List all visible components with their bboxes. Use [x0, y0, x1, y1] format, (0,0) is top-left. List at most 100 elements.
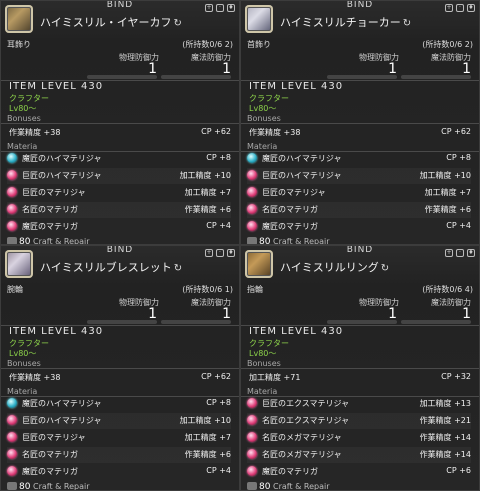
materia-orb-icon [247, 432, 257, 442]
item-name-text: ハイミスリル・イヤーカフ [40, 16, 172, 29]
materia-stat: CP +6 [446, 466, 471, 475]
hq-icon: ↻ [173, 263, 183, 274]
materia-stat: 加工精度 +10 [179, 416, 231, 425]
materia-name: 名匠のメガマテリジャ [262, 450, 342, 459]
materia-row: 魔匠のマテリガ CP +4 [247, 219, 471, 235]
materia-name: 名匠のメガマテリジャ [262, 433, 342, 442]
slot-row: 耳飾り (所持数0/6 2) [5, 39, 235, 51]
lock-icon: + [205, 249, 213, 257]
materia-stat: 作業精度 +21 [419, 416, 471, 425]
tooltip-header: BIND ハイミスリル・イヤーカフ ↻ + · ♦ [1, 1, 239, 39]
item-name-text: ハイミスリルブレスレット [40, 261, 172, 274]
materia-stat: 作業精度 +6 [424, 205, 471, 214]
slot-type: 指輪 [247, 285, 263, 294]
materia-row: 名匠のエクスマテリジャ 作業精度 +21 [247, 413, 471, 429]
item-icon [5, 250, 33, 278]
divider [1, 123, 239, 124]
owned-count: (所持数0/6 2) [422, 40, 473, 49]
slot-row: 指輪 (所持数0/6 4) [245, 284, 475, 296]
materia-name: 名匠のエクスマテリジャ [262, 416, 350, 425]
bonus-right: CP +62 [201, 127, 231, 136]
materia-row: 名匠のマテリガ 作業精度 +6 [247, 202, 471, 218]
materia-stat: 加工精度 +7 [184, 433, 231, 442]
materia-row: 魔匠のマテリガ CP +4 [7, 464, 231, 480]
materia-orb-icon [247, 466, 257, 476]
bonus-left: 作業精度 +38 [249, 128, 301, 137]
materia-row: 巨匠のエクスマテリジャ 加工精度 +13 [247, 396, 471, 412]
item-icon [5, 5, 33, 33]
materia-header: Materia [247, 387, 278, 396]
hq-icon: ↻ [173, 18, 182, 29]
materia-stat: CP +8 [446, 153, 471, 162]
bind-label: BIND [346, 0, 374, 10]
materia-name: 魔匠のハイマテリジャ [262, 154, 342, 163]
materia-stat: 作業精度 +14 [419, 433, 471, 442]
materia-stat: 加工精度 +7 [184, 188, 231, 197]
slot-row: 首飾り (所持数0/6 2) [245, 39, 475, 51]
materia-stat: CP +4 [446, 221, 471, 230]
item-level: ITEM LEVEL 430 [249, 326, 344, 337]
bonus-left: 加工精度 +71 [249, 373, 301, 382]
defense-stats: 物理防御力 魔法防御力 1 1 [241, 52, 479, 80]
repair-footer: 80 Craft & Repair [247, 237, 330, 244]
materia-name: 魔匠のハイマテリジャ [22, 154, 102, 163]
owned-count: (所持数0/6 1) [182, 285, 233, 294]
defense-stats: 物理防御力 魔法防御力 1 1 [1, 52, 239, 80]
materia-row: 魔匠のハイマテリジャ CP +8 [7, 396, 231, 412]
materia-stat: 作業精度 +14 [419, 450, 471, 459]
bonus-left: 作業精度 +38 [9, 128, 61, 137]
lock-icon: + [445, 4, 453, 12]
materia-stat: CP +8 [206, 398, 231, 407]
magic-defense-bar [161, 320, 231, 324]
materia-orb-icon [247, 187, 257, 197]
bonus-row: 加工精度 +71 CP +32 [249, 372, 471, 384]
magic-defense-bar [401, 320, 471, 324]
materia-orb-icon [247, 398, 257, 408]
materia-orb-icon [7, 170, 17, 180]
wrench-icon [7, 482, 17, 490]
materia-name: 魔匠のマテリガ [262, 467, 318, 476]
materia-stat: CP +4 [206, 221, 231, 230]
materia-name: 巨匠のマテリジャ [22, 188, 86, 197]
materia-name: 巨匠のマテリジャ [262, 188, 326, 197]
materia-orb-icon [7, 187, 17, 197]
item-tooltip-card: BIND ハイミスリル・イヤーカフ ↻ + · ♦ 耳飾り (所持数0/6 2) … [0, 0, 240, 245]
materia-orb-icon [7, 415, 17, 425]
materia-stat: 作業精度 +6 [184, 450, 231, 459]
materia-row: 巨匠のマテリジャ 加工精度 +7 [7, 430, 231, 446]
materia-row: 名匠のメガマテリジャ 作業精度 +14 [247, 430, 471, 446]
materia-stat: 加工精度 +10 [179, 171, 231, 180]
item-name-text: ハイミスリルチョーカー [280, 16, 401, 29]
dye-icon: · [456, 249, 464, 257]
materia-row: 巨匠のマテリジャ 加工精度 +7 [247, 185, 471, 201]
item-name-text: ハイミスリルリング [280, 261, 379, 274]
bonus-right: CP +62 [201, 372, 231, 381]
level-requirement: Lv80～ [249, 104, 277, 113]
materia-orb-icon [247, 153, 257, 163]
wrench-icon [7, 237, 17, 244]
bonuses-header: Bonuses [247, 359, 281, 368]
item-level: ITEM LEVEL 430 [249, 81, 344, 92]
materia-orb-icon [247, 204, 257, 214]
physical-defense-bar [327, 75, 397, 79]
repair-level: 80 [19, 237, 31, 245]
defense-stats: 物理防御力 魔法防御力 1 1 [241, 297, 479, 325]
materia-name: 名匠のマテリガ [262, 205, 318, 214]
materia-header: Materia [7, 142, 38, 151]
slot-type: 首飾り [247, 40, 271, 49]
materia-row: 巨匠のハイマテリジャ 加工精度 +10 [7, 168, 231, 184]
repair-label: Craft & Repair [273, 482, 330, 491]
status-icons: + · ♦ [445, 249, 475, 257]
bonus-left: 作業精度 +38 [9, 373, 61, 382]
magic-defense-bar [161, 75, 231, 79]
wrench-icon [247, 482, 257, 490]
item-name: ハイミスリルチョーカー ↻ [280, 14, 411, 30]
level-requirement: Lv80～ [9, 349, 37, 358]
materia-stat: CP +8 [206, 153, 231, 162]
slot-row: 腕輪 (所持数0/6 1) [5, 284, 235, 296]
lock-icon: + [445, 249, 453, 257]
repair-label: Craft & Repair [33, 482, 90, 491]
repair-footer: 80 Craft & Repair [7, 237, 90, 245]
materia-orb-icon [7, 432, 17, 442]
materia-row: 名匠のマテリガ 作業精度 +6 [7, 202, 231, 218]
